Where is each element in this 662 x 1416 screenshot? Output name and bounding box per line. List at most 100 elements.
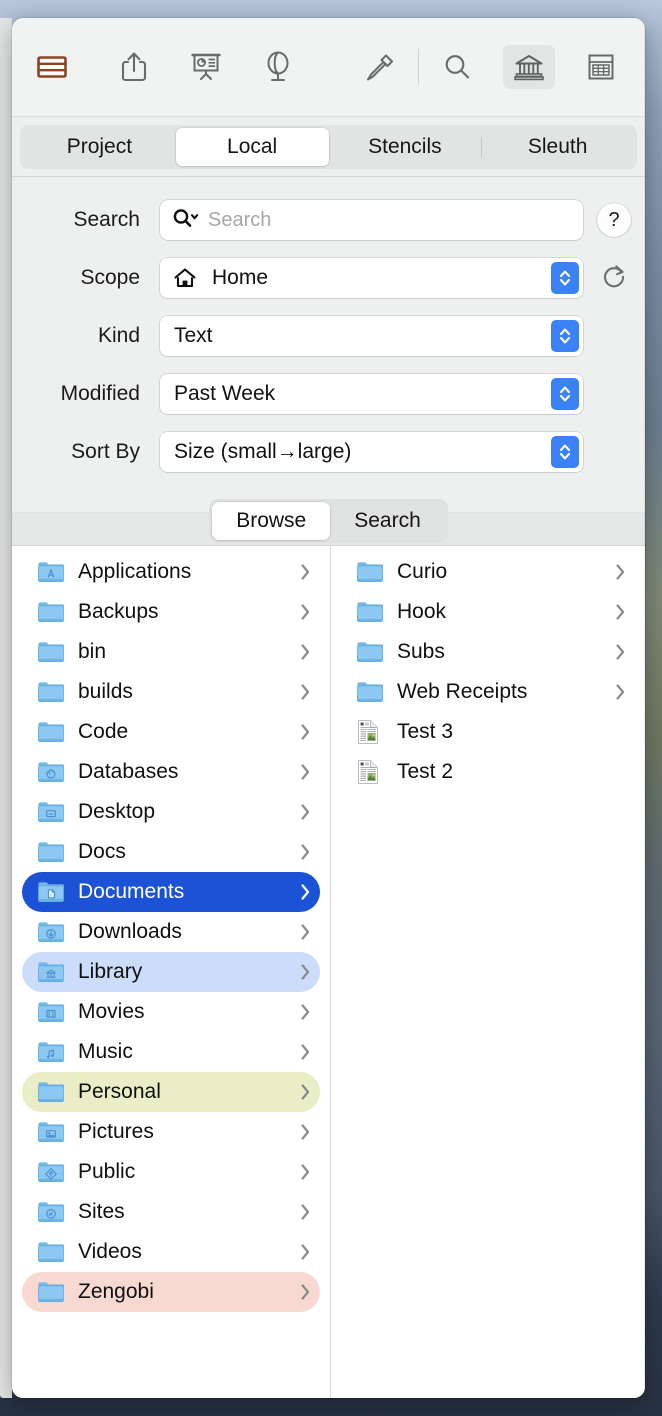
folder-icon (36, 679, 66, 705)
list-item[interactable]: Downloads (22, 912, 320, 952)
calculator-icon (586, 52, 616, 82)
eyedropper-icon (363, 51, 397, 83)
chevron-right-icon (296, 1204, 314, 1220)
list-item-label: Movies (78, 1000, 145, 1023)
folder-icon (36, 1079, 66, 1105)
scope-row: Scope Home (12, 249, 645, 307)
column-right[interactable]: Curio Hook Subs Web Receipts Test 3 Test 2 (331, 546, 645, 1398)
list-item[interactable]: Test 3 (341, 712, 635, 752)
chevron-right-icon (296, 1244, 314, 1260)
refresh-icon (600, 262, 628, 295)
help-button[interactable]: ? (597, 203, 631, 237)
folder-public-icon (36, 1159, 66, 1185)
chevron-right-icon (296, 684, 314, 700)
list-item[interactable]: Test 2 (341, 752, 635, 792)
kind-stepper[interactable] (551, 320, 579, 352)
mode-segmented-control: Browse Search (209, 499, 448, 543)
list-item[interactable]: Docs (22, 832, 320, 872)
calculator-button[interactable] (575, 45, 627, 89)
library-button[interactable] (503, 45, 555, 89)
list-item-label: Subs (397, 640, 445, 663)
tab-sleuth[interactable]: Sleuth (481, 128, 634, 166)
list-item[interactable]: Sites (22, 1192, 320, 1232)
list-item[interactable]: Desktop (22, 792, 320, 832)
modified-value: Past Week (174, 382, 276, 405)
mode-browse-tab[interactable]: Browse (212, 502, 331, 540)
table-button[interactable] (26, 45, 78, 89)
sort-by-stepper[interactable] (551, 436, 579, 468)
list-item-label: Downloads (78, 920, 182, 943)
column-browser: Applications Backups bin builds Code Database… (12, 545, 645, 1398)
list-item[interactable]: Databases (22, 752, 320, 792)
list-item[interactable]: Library (22, 952, 320, 992)
list-item-label: Hook (397, 600, 447, 623)
list-item[interactable]: Hook (341, 592, 635, 632)
tab-bar-container: Project Local Stencils Sleuth (12, 116, 645, 176)
mode-search-tab[interactable]: Search (330, 502, 445, 540)
sort-by-select[interactable]: Size (small→large) (160, 432, 583, 472)
chevron-right-icon (296, 844, 314, 860)
list-item[interactable]: Code (22, 712, 320, 752)
column-left[interactable]: Applications Backups bin builds Code Database… (12, 546, 331, 1398)
list-item[interactable]: Zengobi (22, 1272, 320, 1312)
refresh-button[interactable] (597, 261, 631, 295)
list-item[interactable]: Documents (22, 872, 320, 912)
tab-project[interactable]: Project (23, 128, 176, 166)
modified-select[interactable]: Past Week (160, 374, 583, 414)
list-item-label: Documents (78, 880, 185, 903)
search-input[interactable]: Search (160, 200, 583, 240)
modified-row: Modified Past Week (12, 365, 645, 423)
scope-stepper[interactable] (551, 262, 579, 294)
list-item[interactable]: Videos (22, 1232, 320, 1272)
chevron-right-icon (296, 564, 314, 580)
help-label: ? (608, 208, 620, 231)
list-item-label: Code (78, 720, 129, 743)
document-icon (355, 719, 385, 745)
folder-databases-icon (36, 759, 66, 785)
list-item-label: Docs (78, 840, 126, 863)
search-magnifier-icon[interactable] (172, 207, 200, 234)
list-item[interactable]: bin (22, 632, 320, 672)
list-item[interactable]: Movies (22, 992, 320, 1032)
sort-by-row: Sort By Size (small→large) (12, 423, 645, 481)
list-item[interactable]: Applications (22, 552, 320, 592)
folder-icon (36, 839, 66, 865)
list-item-label: Videos (78, 1240, 142, 1263)
list-item[interactable]: Web Receipts (341, 672, 635, 712)
list-item[interactable]: Public (22, 1152, 320, 1192)
globe-icon (264, 50, 292, 84)
list-item-label: Web Receipts (397, 680, 528, 703)
presentation-button[interactable] (180, 45, 232, 89)
kind-select[interactable]: Text (160, 316, 583, 356)
list-item[interactable]: Personal (22, 1072, 320, 1112)
share-button[interactable] (108, 45, 160, 89)
list-item[interactable]: Backups (22, 592, 320, 632)
tab-label: Stencils (368, 134, 442, 158)
chevron-right-icon (296, 604, 314, 620)
list-item-label: Curio (397, 560, 448, 583)
tab-label: Sleuth (527, 134, 588, 158)
search-button[interactable] (431, 45, 483, 89)
folder-icon (355, 559, 385, 585)
tab-stencils[interactable]: Stencils (329, 128, 482, 166)
tab-local[interactable]: Local (175, 127, 329, 166)
share-icon (119, 50, 149, 84)
chevron-right-icon (296, 1004, 314, 1020)
list-item[interactable]: builds (22, 672, 320, 712)
folder-applications-icon (36, 559, 66, 585)
sort-by-value: Size (small→large) (174, 440, 352, 463)
modified-stepper[interactable] (551, 378, 579, 410)
list-item-label: Databases (78, 760, 179, 783)
list-item-label: Music (78, 1040, 133, 1063)
folder-icon (36, 1239, 66, 1265)
list-item[interactable]: Curio (341, 552, 635, 592)
eyedropper-button[interactable] (354, 45, 406, 89)
list-item[interactable]: Music (22, 1032, 320, 1072)
scope-select[interactable]: Home (160, 258, 583, 298)
list-item[interactable]: Pictures (22, 1112, 320, 1152)
list-item[interactable]: Subs (341, 632, 635, 672)
folder-music-icon (36, 1039, 66, 1065)
window-left-edge-sliver (0, 18, 12, 1398)
chevron-right-icon (296, 1284, 314, 1300)
globe-button[interactable] (252, 45, 304, 89)
